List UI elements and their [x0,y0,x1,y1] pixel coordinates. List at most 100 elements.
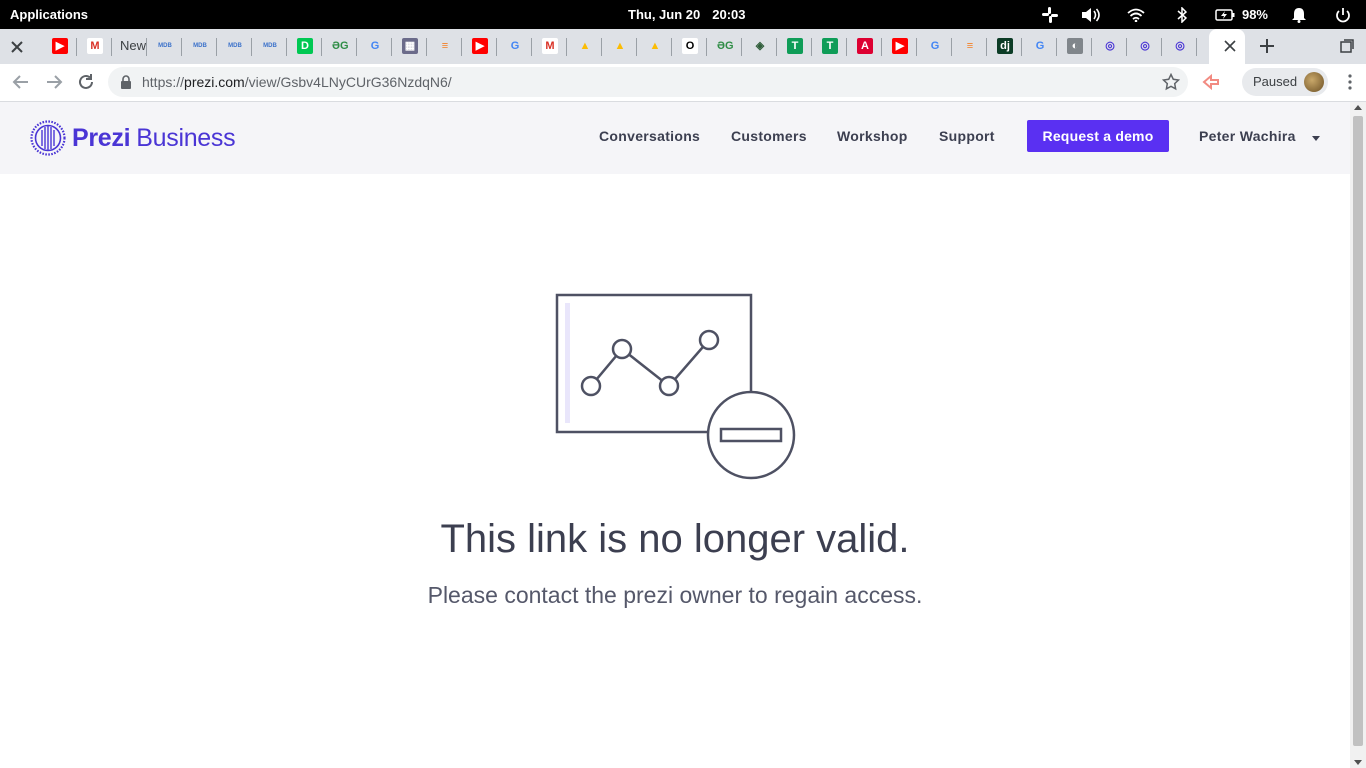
tab-google[interactable]: G [917,29,952,64]
sourcegraph-favicon-icon: ◈ [755,40,765,52]
error-headline: This link is no longer valid. [440,517,910,561]
address-bar[interactable]: https://prezi.com/view/Gsbv4LNyCUrG36Nzd… [108,67,1188,97]
geeksforgeeks-favicon-icon: ƏG [717,40,733,52]
scroll-up-arrow-icon[interactable] [1354,105,1362,110]
browser-menu-icon[interactable] [1348,74,1352,90]
volume-icon[interactable] [1080,5,1102,24]
tab-mdb[interactable]: MDB [217,29,252,64]
tab-drive[interactable]: ▲ [602,29,637,64]
date-label: Thu, Jun 20 [628,7,701,22]
tab-strip: ▶ M New MDB MDB MDB MDB D ƏG G ▦ ≡ ▶ G M ▲ ▲ ▲ O ƏG ◈ T T A ▶ G ≡ d… [0,29,1366,64]
wifi-icon[interactable] [1126,5,1146,24]
slack-icon[interactable] [1040,5,1060,24]
tab-prezi[interactable]: ◎ [1162,29,1197,64]
tab-youtube[interactable]: ▶ [42,29,77,64]
back-arrow-icon[interactable] [11,72,31,92]
lock-icon[interactable] [120,75,132,89]
drive-favicon-icon: ▲ [579,40,591,52]
tab-youtube[interactable]: ▶ [882,29,917,64]
tab-geeksforgeeks[interactable]: ƏG [707,29,742,64]
nav-support[interactable]: Support [939,128,995,144]
bluetooth-icon[interactable] [1174,5,1190,24]
tab-drive[interactable]: ▲ [637,29,672,64]
new-tab-plus-icon[interactable] [1258,37,1276,55]
geeksforgeeks-favicon-icon: ƏG [332,40,348,52]
tab-new[interactable]: New [112,29,147,64]
tab-globe[interactable]: ◐ [1057,29,1092,64]
profile-button[interactable]: Paused [1242,68,1328,96]
profile-status: Paused [1253,74,1298,89]
tab-google[interactable]: G [357,29,392,64]
tab-mdb[interactable]: MDB [252,29,287,64]
tab-stackoverflow[interactable]: ≡ [952,29,987,64]
applications-menu[interactable]: Applications [10,7,88,22]
tab-stackoverflow[interactable]: ≡ [427,29,462,64]
brand-rest: Business [136,123,236,152]
nav-customers[interactable]: Customers [731,128,807,144]
tab-notion[interactable]: O [672,29,707,64]
request-demo-button[interactable]: Request a demo [1027,120,1169,152]
tab-title-new: New [120,38,146,53]
tab-separator [1196,38,1197,56]
sheets-favicon-icon: T [822,38,838,54]
notification-bell-icon[interactable] [1290,5,1308,24]
scrollbar-thumb[interactable] [1353,116,1363,746]
mdb-favicon-icon: MDB [158,43,172,49]
tab-geeksforgeeks[interactable]: ƏG [322,29,357,64]
google-favicon-icon: G [930,40,940,52]
tab-deno[interactable]: D [287,29,322,64]
notion-favicon-icon: O [682,38,698,54]
tab-mdb[interactable]: MDB [147,29,182,64]
globe-favicon-icon: ◐ [1067,38,1083,54]
tab-sheets[interactable]: T [777,29,812,64]
battery-level: 98% [1241,7,1268,22]
page-scrollbar[interactable] [1350,102,1366,768]
nav-workshop[interactable]: Workshop [837,128,908,144]
user-menu[interactable]: Peter Wachira [1199,128,1296,144]
google-favicon-icon: G [510,40,520,52]
chevron-down-icon[interactable] [1312,136,1320,141]
gmail-favicon-icon: M [87,38,103,54]
drive-favicon-icon: ▲ [649,40,661,52]
tab-mdb[interactable]: MDB [182,29,217,64]
tab-sheets[interactable]: T [812,29,847,64]
power-icon[interactable] [1334,5,1352,24]
tab-search-icon[interactable] [1340,39,1354,53]
youtube-favicon-icon: ▶ [892,38,908,54]
tab-google[interactable]: G [1022,29,1057,64]
clock[interactable]: Thu, Jun 20 20:03 [628,7,745,22]
prezi-favicon-icon: ◎ [1175,40,1185,52]
tab-google[interactable]: G [497,29,532,64]
mdb-favicon-icon: MDB [263,43,277,49]
forward-arrow-icon[interactable] [44,72,64,92]
tab-django[interactable]: dj [987,29,1022,64]
time-label: 20:03 [712,7,746,22]
tab-gmail[interactable]: M [532,29,567,64]
close-tab-icon[interactable] [1222,38,1238,54]
close-window-icon[interactable] [8,38,26,56]
tab-angular[interactable]: A [847,29,882,64]
battery-icon[interactable] [1214,5,1236,24]
reload-icon[interactable] [76,72,96,92]
tab-drive[interactable]: ▲ [567,29,602,64]
tab-youtube[interactable]: ▶ [462,29,497,64]
nav-conversations[interactable]: Conversations [599,128,700,144]
url-scheme: https:// [142,74,185,90]
scroll-down-arrow-icon[interactable] [1354,760,1362,765]
brand-bold: Prezi [72,123,131,152]
tab-gmail[interactable]: M [77,29,112,64]
bookmark-star-icon[interactable] [1162,73,1180,91]
tab-prezi[interactable]: ◎ [1127,29,1162,64]
django-favicon-icon: dj [997,38,1013,54]
browser-toolbar: https://prezi.com/view/Gsbv4LNyCUrG36Nzd… [0,64,1366,102]
tab-sourcegraph[interactable]: ◈ [742,29,777,64]
tab-prezi[interactable]: ◎ [1092,29,1127,64]
avatar [1304,72,1324,92]
url-path: /view/Gsbv4LNyCUrG36NzdqN6/ [244,74,452,90]
tab-adobe[interactable]: ▦ [392,29,427,64]
stackoverflow-favicon-icon: ≡ [441,40,449,52]
extension-icon[interactable] [1202,73,1220,91]
url-text: https://prezi.com/view/Gsbv4LNyCUrG36Nzd… [142,74,452,90]
prezi-business-logo[interactable]: Prezi Business [30,120,236,156]
prezi-favicon-icon: ◎ [1140,40,1150,52]
